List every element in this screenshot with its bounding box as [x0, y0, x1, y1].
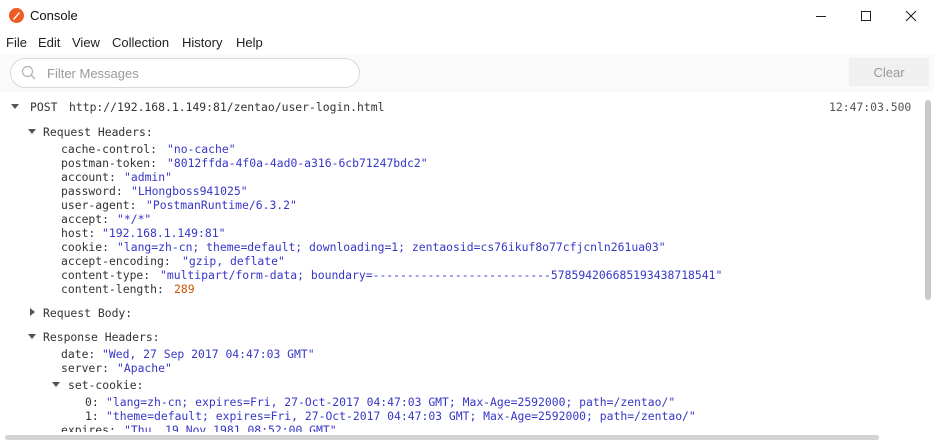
- menu-bar: File Edit View Collection History Help: [0, 32, 934, 54]
- menu-view[interactable]: View: [72, 35, 100, 50]
- request-method: POST: [30, 100, 58, 114]
- response-headers-label[interactable]: Response Headers:: [43, 330, 160, 344]
- horizontal-scrollbar[interactable]: [5, 435, 879, 440]
- menu-history[interactable]: History: [182, 35, 222, 50]
- set-cookie-label[interactable]: set-cookie:: [68, 378, 143, 392]
- header-key: date:: [61, 347, 96, 361]
- header-value: "*/*": [117, 212, 152, 226]
- request-url[interactable]: http://192.168.1.149:81/zentao/user-logi…: [69, 100, 384, 114]
- header-value: 289: [174, 282, 195, 296]
- header-value: "no-cache": [167, 142, 236, 156]
- maximize-button[interactable]: [843, 0, 889, 32]
- close-icon: [905, 10, 917, 22]
- menu-file[interactable]: File: [6, 35, 27, 50]
- header-value: "LHongboss941025": [131, 184, 248, 198]
- cookie-value: "theme=default; expires=Fri, 27-Oct-2017…: [106, 409, 696, 423]
- console-log: POST http://192.168.1.149:81/zentao/user…: [0, 92, 934, 432]
- header-key: cache-control:: [61, 142, 158, 156]
- menu-edit[interactable]: Edit: [38, 35, 60, 50]
- collapse-response-headers-icon[interactable]: [28, 334, 36, 339]
- filter-bar: Clear: [0, 54, 934, 93]
- header-key: content-type:: [61, 268, 151, 282]
- expand-request-body-icon[interactable]: [30, 308, 35, 316]
- menu-help[interactable]: Help: [236, 35, 263, 50]
- header-key: account:: [61, 170, 116, 184]
- collapse-request-headers-icon[interactable]: [28, 129, 36, 134]
- header-value: "Thu, 19 Nov 1981 08:52:00 GMT": [124, 423, 337, 432]
- minimize-icon: [816, 16, 826, 17]
- vertical-scrollbar[interactable]: [925, 100, 931, 300]
- filter-search-box: [10, 58, 360, 88]
- collapse-request-icon[interactable]: [11, 104, 19, 109]
- header-key: expires:: [61, 423, 116, 432]
- cookie-value: "lang=zh-cn; expires=Fri, 27-Oct-2017 04…: [106, 395, 676, 409]
- header-key: password:: [61, 184, 123, 198]
- collapse-set-cookie-icon[interactable]: [52, 382, 60, 387]
- menu-collection[interactable]: Collection: [112, 35, 169, 50]
- request-headers-label[interactable]: Request Headers:: [43, 125, 153, 139]
- header-key: cookie:: [61, 240, 110, 254]
- search-icon: [21, 65, 36, 80]
- header-key: accept:: [61, 212, 110, 226]
- cookie-index: 1:: [85, 409, 99, 423]
- header-key: content-length:: [61, 282, 164, 296]
- cookie-index: 0:: [85, 395, 99, 409]
- header-value: "lang=zh-cn; theme=default; downloading=…: [117, 240, 666, 254]
- header-value: "multipart/form-data; boundary=---------…: [160, 268, 723, 282]
- header-value: "8012ffda-4f0a-4ad0-a316-6cb71247bdc2": [167, 156, 428, 170]
- header-value: "Wed, 27 Sep 2017 04:47:03 GMT": [102, 347, 315, 361]
- header-key: user-agent:: [61, 198, 137, 212]
- minimize-button[interactable]: [798, 0, 844, 32]
- close-button[interactable]: [888, 0, 934, 32]
- header-value: "gzip, deflate": [182, 254, 285, 268]
- header-key: accept-encoding:: [61, 254, 171, 268]
- horizontal-scrollbar-track: [0, 432, 934, 444]
- window-title: Console: [30, 8, 78, 23]
- header-key: host:: [61, 226, 96, 240]
- header-value: "Apache": [117, 361, 172, 375]
- request-timestamp: 12:47:03.500: [829, 100, 912, 114]
- header-value: "admin": [124, 170, 173, 184]
- header-key: server:: [61, 361, 110, 375]
- header-value: "192.168.1.149:81": [102, 226, 226, 240]
- request-body-label[interactable]: Request Body:: [43, 306, 132, 320]
- maximize-icon: [861, 11, 871, 21]
- postman-logo-icon: [9, 8, 24, 23]
- clear-button[interactable]: Clear: [849, 58, 929, 86]
- filter-messages-input[interactable]: [47, 62, 347, 84]
- header-value: "PostmanRuntime/6.3.2": [146, 198, 297, 212]
- header-key: postman-token:: [61, 156, 158, 170]
- title-bar: Console: [0, 0, 934, 32]
